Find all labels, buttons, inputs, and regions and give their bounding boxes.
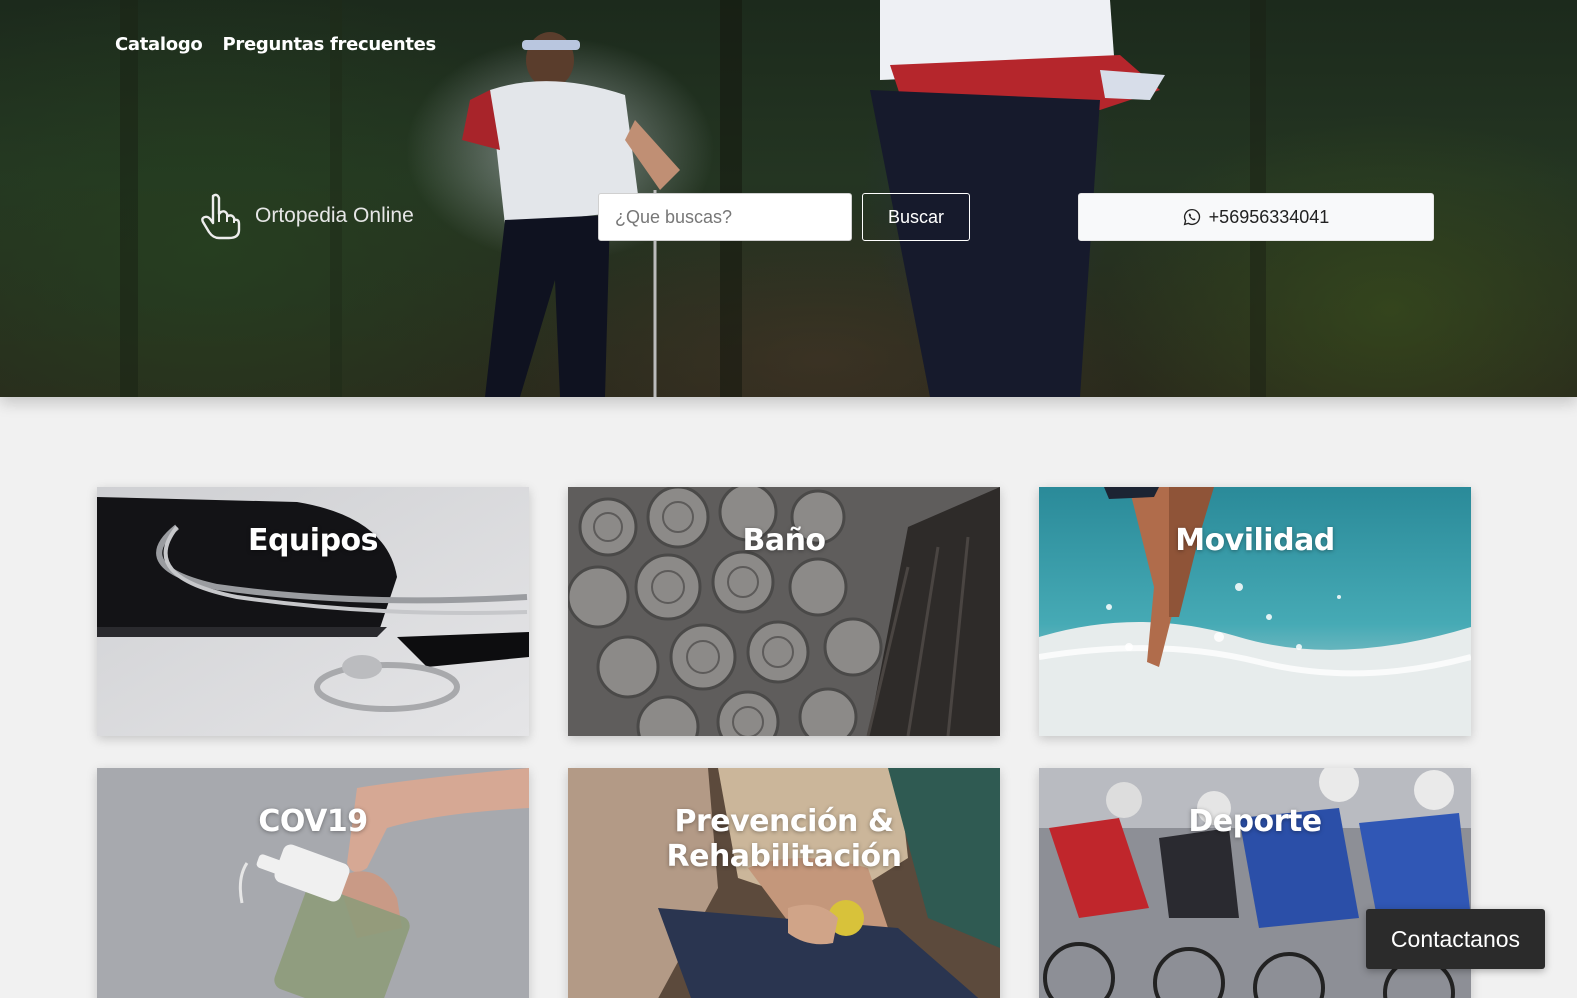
whatsapp-phone-number: +56956334041 [1208, 206, 1330, 227]
category-title: Deporte [1188, 804, 1322, 839]
nav-link-catalogo[interactable]: Catalogo [115, 34, 203, 55]
category-card-prevencion-rehabilitacion[interactable]: Prevención & Rehabilitación [568, 768, 1000, 998]
brand-name: Ortopedia Online [255, 204, 414, 227]
category-image-cov19 [97, 768, 529, 998]
category-image-prevencion-rehabilitacion [568, 768, 1000, 998]
category-card-movilidad[interactable]: Movilidad [1039, 487, 1471, 736]
main-nav: Catalogo Preguntas frecuentes [115, 34, 436, 55]
contact-button[interactable]: Contactanos [1366, 909, 1545, 969]
category-title: Equipos [247, 523, 379, 558]
brand-logo[interactable]: Ortopedia Online [199, 192, 414, 240]
search-input[interactable] [598, 193, 852, 241]
category-title: Movilidad [1175, 523, 1335, 558]
whatsapp-phone-button[interactable]: +56956334041 [1078, 193, 1434, 241]
search-button[interactable]: Buscar [862, 193, 970, 241]
category-card-cov19[interactable]: COV19 [97, 768, 529, 998]
category-title: Baño [742, 523, 826, 558]
category-card-equipos[interactable]: Equipos [97, 487, 529, 736]
category-title: Prevención & Rehabilitación [666, 804, 903, 874]
category-title: COV19 [258, 804, 368, 839]
pointing-hand-icon [201, 193, 241, 240]
category-card-bano[interactable]: Baño [568, 487, 1000, 736]
whatsapp-icon [1183, 208, 1200, 226]
hero-banner: Catalogo Preguntas frecuentes Ortopedia … [0, 0, 1577, 397]
nav-link-preguntas-frecuentes[interactable]: Preguntas frecuentes [223, 34, 437, 55]
